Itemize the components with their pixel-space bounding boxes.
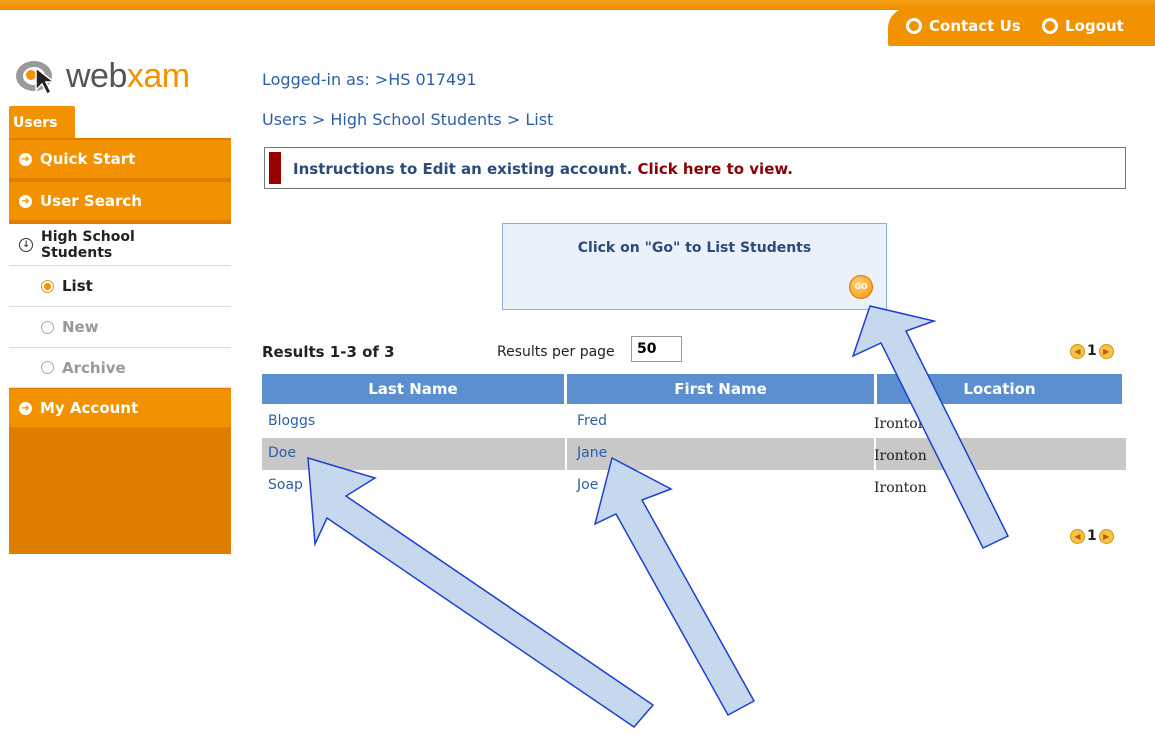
annotation-arrows (307, 305, 1010, 728)
arrow-to-jane (593, 456, 756, 717)
arrow-to-go-button (851, 305, 1010, 549)
